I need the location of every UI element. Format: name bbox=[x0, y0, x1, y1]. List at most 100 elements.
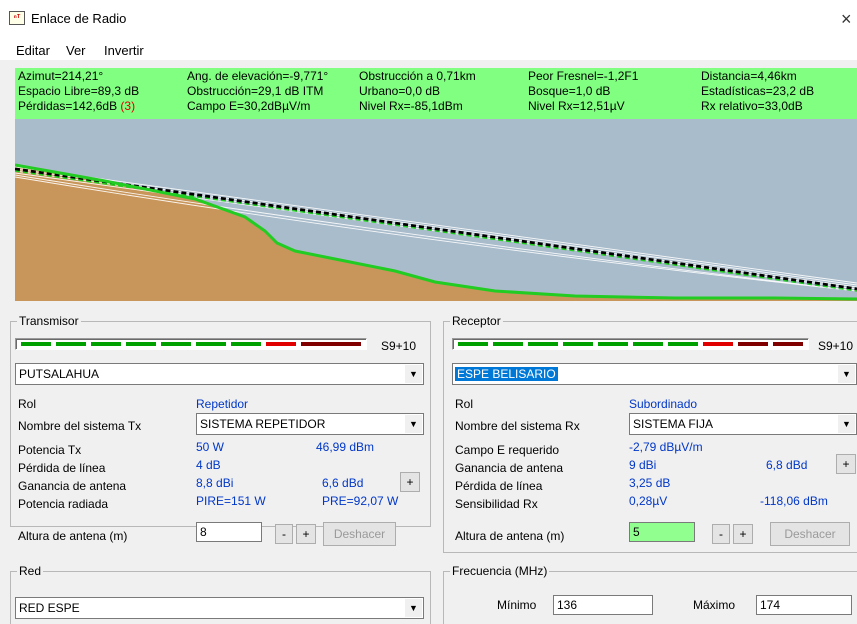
stat-losses-flag: (3) bbox=[120, 99, 136, 113]
stat-losses-value: Pérdidas=142,6dB bbox=[18, 99, 118, 113]
title-bar: ⁿᵀ Enlace de Radio × bbox=[0, 0, 857, 40]
rx-line-loss-label: Pérdida de línea bbox=[455, 479, 543, 493]
stat-distance: Distancia=4,46km bbox=[701, 69, 797, 83]
tx-meter-seg bbox=[196, 342, 226, 346]
tx-meter-seg bbox=[91, 342, 121, 346]
menu-bar: Editar Ver Invertir bbox=[0, 40, 857, 60]
rx-system-label: Nombre del sistema Rx bbox=[455, 419, 580, 433]
chevron-down-icon[interactable]: ▼ bbox=[838, 365, 855, 383]
receiver-title: Receptor bbox=[450, 314, 503, 328]
chevron-down-icon[interactable]: ▼ bbox=[405, 415, 422, 433]
rx-site-select[interactable]: ESPE BELISARIO ▼ bbox=[452, 363, 857, 385]
rx-meter-seg bbox=[563, 342, 593, 346]
stat-worst-fresnel: Peor Fresnel=-1,2F1 bbox=[528, 69, 639, 83]
tx-system-label: Nombre del sistema Tx bbox=[18, 419, 142, 433]
rx-system-select[interactable]: SISTEMA FIJA ▼ bbox=[629, 413, 857, 435]
freq-max-input[interactable]: 174 bbox=[756, 595, 852, 615]
rx-sensitivity-uv[interactable]: 0,28µV bbox=[629, 494, 667, 508]
tx-meter-seg bbox=[231, 342, 261, 346]
tx-antenna-gain-label: Ganancia de antena bbox=[18, 479, 127, 493]
rx-meter-seg bbox=[493, 342, 523, 346]
rx-required-field-label: Campo E requerido bbox=[455, 443, 560, 457]
rx-meter-seg bbox=[773, 342, 803, 346]
stat-azimut: Azimut=214,21° bbox=[18, 69, 104, 83]
stat-urban: Urbano=0,0 dB bbox=[359, 84, 441, 98]
rx-sensitivity-label: Sensibilidad Rx bbox=[455, 497, 538, 511]
stat-relative-rx: Rx relativo=33,0dB bbox=[701, 99, 803, 113]
tx-system-value: SISTEMA REPETIDOR bbox=[200, 417, 326, 431]
tx-power-dbm[interactable]: 46,99 dBm bbox=[316, 440, 374, 454]
rx-antenna-height-input[interactable]: 5 bbox=[629, 522, 695, 542]
rx-system-value: SISTEMA FIJA bbox=[633, 417, 714, 431]
chevron-down-icon[interactable]: ▼ bbox=[405, 599, 422, 617]
tx-undo-button[interactable]: Deshacer bbox=[323, 522, 396, 546]
menu-ver[interactable]: Ver bbox=[66, 43, 86, 58]
rx-meter-seg bbox=[668, 342, 698, 346]
freq-max-label: Máximo bbox=[693, 598, 736, 612]
close-icon[interactable]: × bbox=[841, 8, 857, 30]
rx-required-field-value[interactable]: -2,79 dBµV/m bbox=[629, 440, 703, 454]
tx-line-loss-value[interactable]: 4 dB bbox=[196, 458, 221, 472]
tx-meter-value: S9+10 bbox=[381, 339, 417, 353]
tx-role-value: Repetidor bbox=[196, 397, 249, 411]
tx-power-label: Potencia Tx bbox=[18, 443, 82, 457]
network-title: Red bbox=[17, 564, 44, 578]
tx-antenna-height-input[interactable]: 8 bbox=[196, 522, 262, 542]
tx-height-minus-button[interactable]: - bbox=[275, 524, 293, 544]
tx-radiated-power-label: Potencia radiada bbox=[18, 497, 109, 511]
tx-erp: PRE=92,07 W bbox=[322, 494, 399, 508]
rx-undo-button[interactable]: Deshacer bbox=[770, 522, 850, 546]
rx-sensitivity-dbm[interactable]: -118,06 dBm bbox=[760, 494, 828, 508]
transmitter-title: Transmisor bbox=[17, 314, 81, 328]
tx-line-loss-label: Pérdida de línea bbox=[18, 461, 106, 475]
tx-signal-meter bbox=[15, 338, 367, 350]
stat-statistics: Estadísticas=23,2 dB bbox=[701, 84, 815, 98]
tx-meter-seg bbox=[301, 342, 331, 346]
rx-meter-seg bbox=[458, 342, 488, 346]
menu-invertir[interactable]: Invertir bbox=[104, 43, 144, 58]
frequency-title: Frecuencia (MHz) bbox=[450, 564, 550, 578]
stat-e-field: Campo E=30,2dBµV/m bbox=[187, 99, 311, 113]
network-select[interactable]: RED ESPE ▼ bbox=[15, 597, 424, 619]
rx-line-loss-value[interactable]: 3,25 dB bbox=[629, 476, 670, 490]
tx-meter-seg bbox=[126, 342, 156, 346]
tx-gain-dbi[interactable]: 8,8 dBi bbox=[196, 476, 233, 490]
rx-height-plus-button[interactable]: + bbox=[733, 524, 753, 544]
radio-link-app-icon: ⁿᵀ bbox=[9, 11, 25, 25]
rx-antenna-height-label: Altura de antena (m) bbox=[455, 529, 565, 543]
rx-height-minus-button[interactable]: - bbox=[712, 524, 730, 544]
rx-role-value: Subordinado bbox=[629, 397, 698, 411]
tx-power-w[interactable]: 50 W bbox=[196, 440, 224, 454]
rx-gain-dbi[interactable]: 9 dBi bbox=[629, 458, 656, 472]
rx-meter-seg bbox=[528, 342, 558, 346]
rx-role-label: Rol bbox=[455, 397, 474, 411]
tx-eirp: PIRE=151 W bbox=[196, 494, 266, 508]
tx-gain-plus-button[interactable]: + bbox=[400, 472, 420, 492]
tx-role-label: Rol bbox=[18, 397, 37, 411]
stat-losses: Pérdidas=142,6dB (3) bbox=[18, 100, 135, 112]
rx-meter-seg bbox=[633, 342, 663, 346]
tx-site-select[interactable]: PUTSALAHUA ▼ bbox=[15, 363, 424, 385]
rx-meter-seg bbox=[703, 342, 733, 346]
stat-obstruction-distance: Obstrucción a 0,71km bbox=[359, 69, 476, 83]
rx-gain-dbd[interactable]: 6,8 dBd bbox=[766, 458, 807, 472]
tx-gain-dbd[interactable]: 6,6 dBd bbox=[322, 476, 363, 490]
chevron-down-icon[interactable]: ▼ bbox=[838, 415, 855, 433]
tx-site-value: PUTSALAHUA bbox=[19, 367, 100, 381]
rx-gain-plus-button[interactable]: + bbox=[836, 454, 856, 474]
rx-signal-meter bbox=[452, 338, 809, 350]
terrain-profile bbox=[15, 119, 857, 301]
rx-meter-seg bbox=[598, 342, 628, 346]
freq-min-input[interactable]: 136 bbox=[553, 595, 653, 615]
stat-rx-level-dbm: Nivel Rx=-85,1dBm bbox=[359, 99, 463, 113]
stat-rx-level-uv: Nivel Rx=12,51µV bbox=[528, 99, 625, 113]
chevron-down-icon[interactable]: ▼ bbox=[405, 365, 422, 383]
menu-editar[interactable]: Editar bbox=[16, 43, 50, 58]
rx-antenna-gain-label: Ganancia de antena bbox=[455, 461, 564, 475]
tx-system-select[interactable]: SISTEMA REPETIDOR ▼ bbox=[196, 413, 424, 435]
stat-elevation: Ang. de elevación=-9,771° bbox=[187, 69, 329, 83]
tx-meter-seg bbox=[331, 342, 361, 346]
rx-meter-value: S9+10 bbox=[818, 339, 854, 353]
network-value: RED ESPE bbox=[19, 601, 80, 615]
tx-height-plus-button[interactable]: + bbox=[296, 524, 316, 544]
